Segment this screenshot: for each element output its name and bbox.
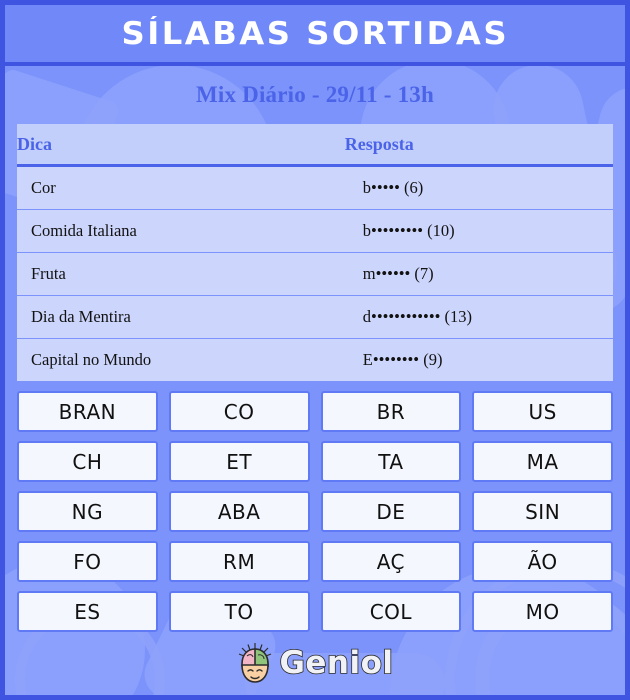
answer-pattern: b••••• (6): [362, 178, 424, 197]
syllable-tile[interactable]: CH: [17, 441, 158, 482]
syllable-tile[interactable]: CO: [168, 391, 310, 432]
answer-cell: m•••••• (7): [344, 252, 613, 296]
puzzle-subtitle: Mix Diário - 29/11 - 13h: [196, 82, 434, 107]
syllable-tile[interactable]: BRAN: [17, 391, 158, 432]
answer-cell: b••••• (6): [344, 165, 613, 210]
clue-table-head: Dica Resposta: [17, 124, 613, 167]
syllable-tile[interactable]: BR: [320, 391, 462, 432]
syllable-tile[interactable]: ES: [17, 591, 158, 632]
answer-cell: E•••••••• (9): [344, 338, 613, 381]
syllable-tile[interactable]: TA: [320, 441, 462, 482]
syllable-tile[interactable]: ÃO: [472, 541, 613, 582]
table-row: Comida Italiana b••••••••• (10): [17, 209, 613, 253]
syllable-tile[interactable]: ABA: [168, 491, 310, 532]
clue-cell: Cor: [17, 165, 345, 210]
answer-pattern: b••••••••• (10): [362, 221, 455, 240]
syllable-tile[interactable]: US: [472, 391, 613, 432]
answer-cell: b••••••••• (10): [344, 209, 613, 253]
syllable-tile[interactable]: SIN: [472, 491, 613, 532]
answer-cell: d•••••••••••• (13): [344, 295, 613, 339]
syllable-tile[interactable]: COL: [320, 591, 462, 632]
title-bar: SÍLABAS SORTIDAS: [5, 5, 625, 66]
table-row: Cor b••••• (6): [17, 165, 613, 210]
answer-pattern: E•••••••• (9): [362, 350, 443, 369]
answer-pattern: m•••••• (7): [362, 264, 434, 283]
clue-cell: Comida Italiana: [17, 209, 345, 253]
footer: Geniol: [5, 632, 625, 694]
table-header-row: Dica Resposta: [17, 124, 613, 167]
syllable-tile[interactable]: FO: [17, 541, 158, 582]
clue-cell: Fruta: [17, 252, 345, 296]
table-row: Dia da Mentira d•••••••••••• (13): [17, 295, 613, 339]
answer-pattern: d•••••••••••• (13): [362, 307, 472, 326]
game-board: SÍLABAS SORTIDAS Mix Diário - 29/11 - 13…: [0, 0, 630, 700]
clue-cell: Dia da Mentira: [17, 295, 345, 339]
page-title: SÍLABAS SORTIDAS: [121, 15, 509, 52]
subtitle-bar: Mix Diário - 29/11 - 13h: [5, 66, 625, 124]
syllable-grid: BRAN CO BR US CH ET TA MA NG ABA DE SIN FO RM AÇ ÃO ES TO…: [17, 391, 613, 632]
table-row: Fruta m•••••• (7): [17, 252, 613, 296]
column-header-answer: Resposta: [344, 124, 613, 167]
brand-logo-text: Geniol: [279, 644, 394, 682]
clue-table-body: Cor b••••• (6) Comida Italiana b••••••••• (…: [17, 165, 613, 381]
table-row: Capital no Mundo E•••••••• (9): [17, 338, 613, 381]
syllable-tile[interactable]: AÇ: [320, 541, 462, 582]
column-header-clue: Dica: [17, 124, 345, 167]
syllable-tile[interactable]: RM: [168, 541, 310, 582]
clue-cell: Capital no Mundo: [17, 338, 345, 381]
syllable-tile[interactable]: DE: [320, 491, 462, 532]
syllable-tile[interactable]: TO: [168, 591, 310, 632]
syllable-tile[interactable]: NG: [17, 491, 158, 532]
syllable-tile[interactable]: MA: [472, 441, 613, 482]
brain-head-icon: [239, 643, 272, 683]
syllable-tile[interactable]: MO: [472, 591, 613, 632]
clue-table: Dica Resposta Cor b••••• (6) Comida Italia…: [17, 124, 613, 381]
syllable-tile[interactable]: ET: [168, 441, 310, 482]
